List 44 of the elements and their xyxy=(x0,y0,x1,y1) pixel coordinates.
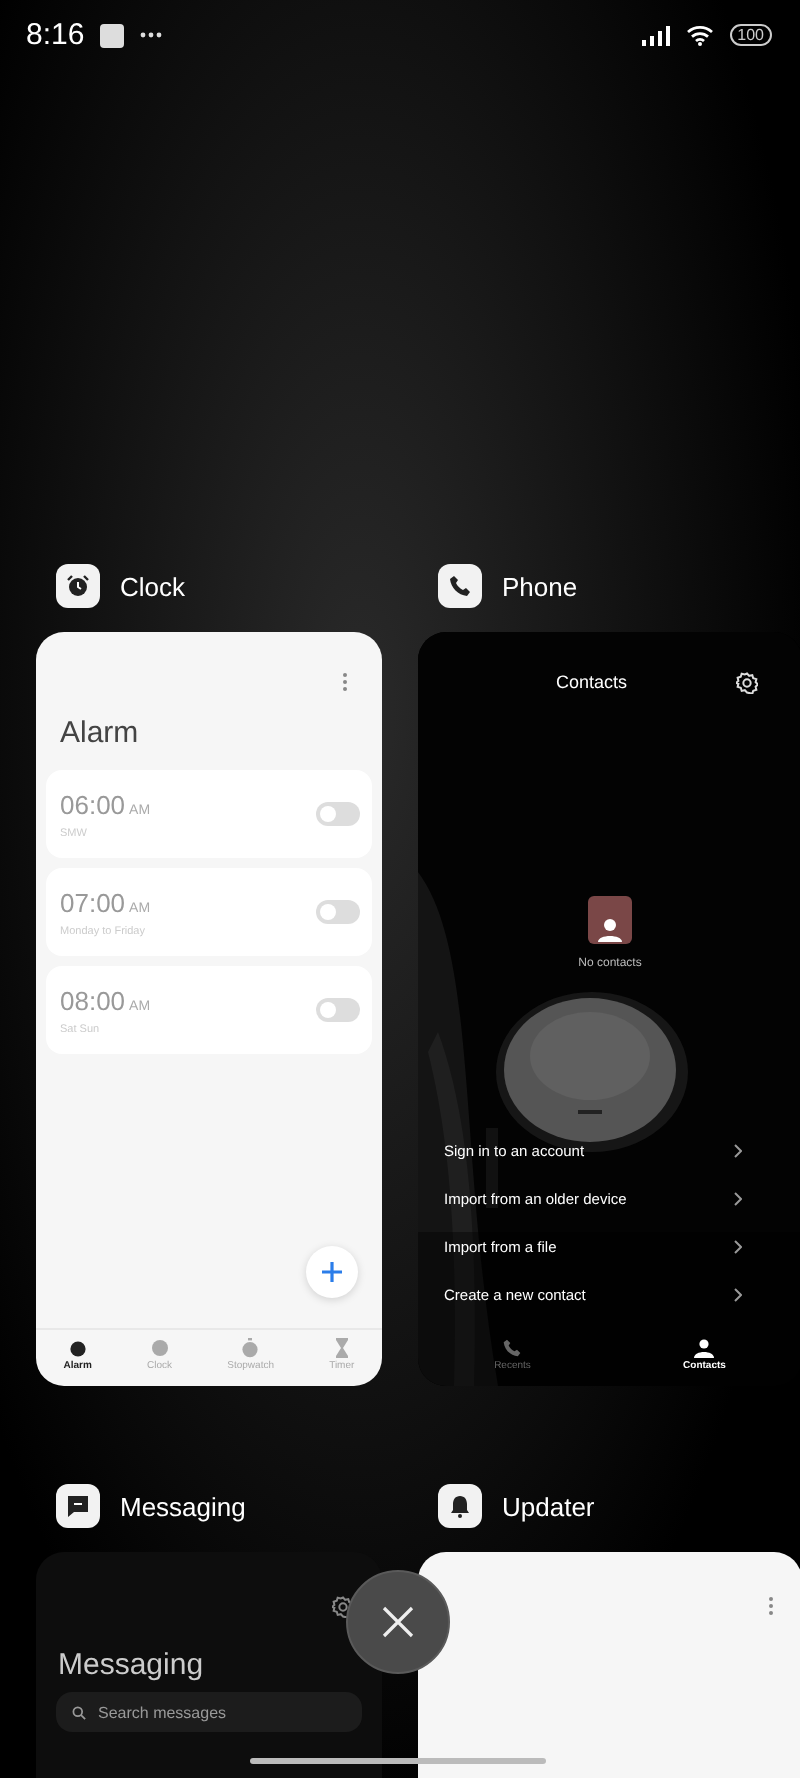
app-name: Clock xyxy=(120,571,186,601)
more-icon[interactable] xyxy=(768,1596,774,1616)
app-name: Updater xyxy=(502,1491,595,1521)
add-button[interactable] xyxy=(306,1246,358,1298)
alarm-time: 07:00 xyxy=(60,888,126,918)
search-field[interactable]: Search messages xyxy=(98,1703,318,1721)
phone-icon xyxy=(448,574,472,598)
notification-icon xyxy=(100,23,125,47)
stopwatch-icon xyxy=(240,1338,261,1358)
search-bar[interactable]: Search messages xyxy=(56,1692,362,1732)
app-name: Messaging xyxy=(120,1491,246,1521)
bell-icon xyxy=(448,1494,472,1518)
chevron-icon xyxy=(734,1143,742,1157)
chevron-icon xyxy=(734,1191,742,1205)
close-icon xyxy=(380,1604,416,1640)
app-icon[interactable] xyxy=(56,1484,100,1528)
contact-avatar-icon xyxy=(588,896,632,944)
app-preview-card[interactable]: Messaging Search messages xyxy=(36,1552,382,1778)
plus-icon xyxy=(320,1260,344,1284)
status-time: 8:16 xyxy=(26,18,85,52)
more-icon[interactable] xyxy=(342,672,348,692)
screen-title: Contacts xyxy=(556,672,628,692)
screen-title: Alarm xyxy=(60,716,141,750)
phone-icon xyxy=(502,1338,523,1358)
hourglass-icon xyxy=(331,1338,352,1358)
message-icon xyxy=(66,1494,90,1518)
app-icon[interactable] xyxy=(438,1484,482,1528)
search-icon xyxy=(72,1705,86,1719)
more-notifications-icon xyxy=(140,32,163,38)
battery-icon: 100 xyxy=(729,24,772,46)
wifi-icon xyxy=(685,24,714,46)
alarm-time: 06:00 xyxy=(60,790,126,820)
screen-title: Messaging xyxy=(58,1648,206,1682)
app-icon[interactable] xyxy=(438,564,482,608)
chevron-icon xyxy=(734,1239,742,1253)
alarm-toggle[interactable] xyxy=(316,900,360,924)
chevron-icon xyxy=(734,1287,742,1301)
alarm-toggle[interactable] xyxy=(316,802,360,826)
person-icon xyxy=(694,1338,715,1358)
app-icon[interactable] xyxy=(56,564,100,608)
signal-icon xyxy=(641,25,670,45)
app-name: Phone xyxy=(502,571,578,601)
alarm-time: 08:00 xyxy=(60,986,126,1016)
alarm-toggle[interactable] xyxy=(316,998,360,1022)
